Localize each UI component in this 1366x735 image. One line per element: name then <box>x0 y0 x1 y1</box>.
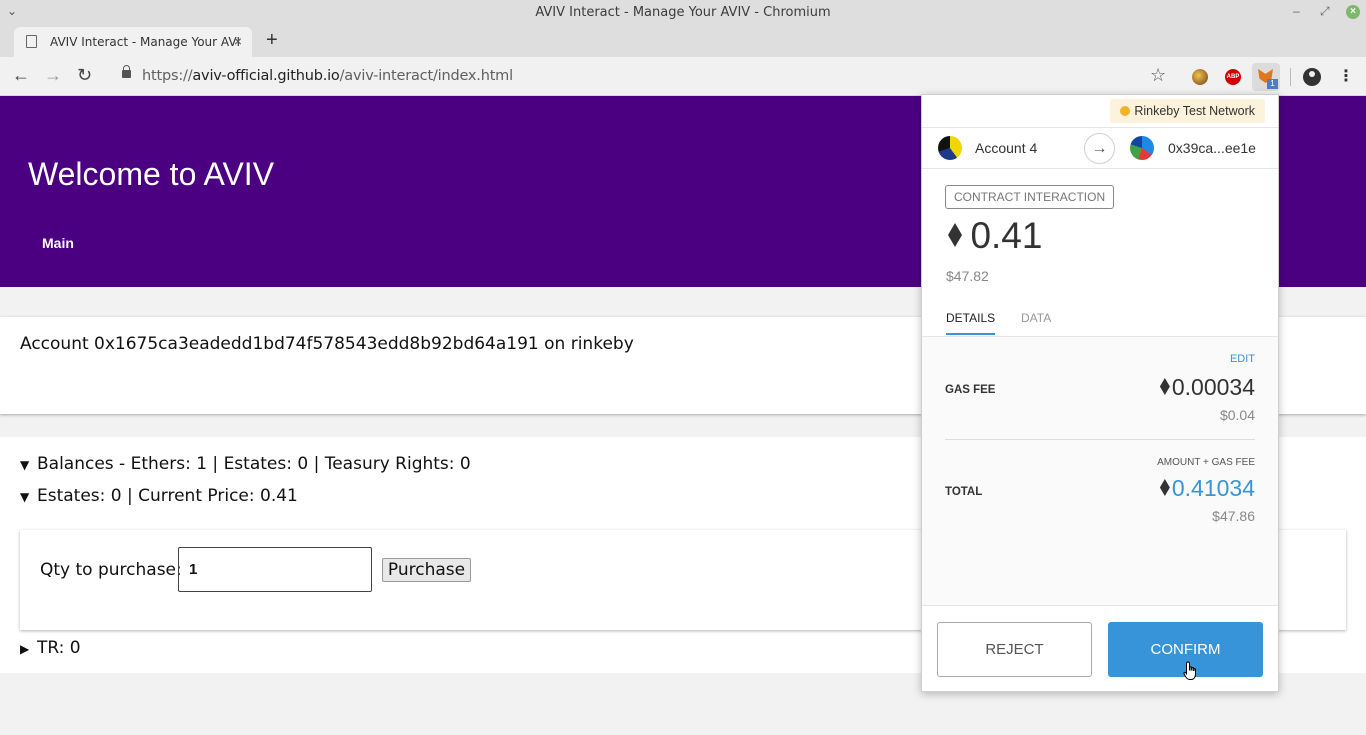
url-scheme: https:// <box>142 68 193 84</box>
forward-icon[interactable]: → <box>44 65 62 86</box>
details-divider <box>945 439 1255 440</box>
eth-icon <box>1159 479 1170 496</box>
popup-footer: REJECT CONFIRM <box>922 605 1278 691</box>
close-window-icon[interactable]: × <box>1346 5 1360 19</box>
total-eth: 0.41034 <box>1159 475 1255 502</box>
browser-toolbar: ← → ↻ https://aviv-official.github.io/av… <box>0 57 1366 96</box>
address-bar[interactable]: https://aviv-official.github.io/aviv-int… <box>112 63 1184 90</box>
account-info: Account 0x1675ca3eadedd1bd74f578543edd8b… <box>20 334 634 354</box>
tab-details[interactable]: DETAILS <box>946 311 996 335</box>
estates-text: Estates: 0 | Current Price: 0.41 <box>37 486 298 506</box>
back-icon[interactable]: ← <box>12 65 30 86</box>
lock-icon[interactable] <box>122 65 131 78</box>
url-text: https://aviv-official.github.io/aviv-int… <box>142 68 513 84</box>
network-name: Rinkeby Test Network <box>1134 104 1255 118</box>
balances-text: Balances - Ethers: 1 | Estates: 0 | Teas… <box>37 454 471 474</box>
total-fiat: $47.86 <box>1212 508 1255 524</box>
from-account-name: Account 4 <box>975 140 1038 156</box>
bookmark-star-icon[interactable]: ☆ <box>1150 65 1166 86</box>
network-indicator[interactable]: Rinkeby Test Network <box>1110 99 1265 123</box>
detail-tabs: DETAILS DATA <box>922 298 1278 337</box>
qty-label: Qty to purchase: <box>40 560 182 580</box>
reject-button[interactable]: REJECT <box>937 622 1092 677</box>
tr-summary[interactable]: ▶ TR: 0 <box>20 638 81 658</box>
expanded-triangle-icon: ▼ <box>20 490 30 504</box>
contract-interaction-badge: CONTRACT INTERACTION <box>945 185 1115 209</box>
minimize-icon[interactable]: – <box>1293 4 1300 18</box>
adblock-plus-icon[interactable]: ABP <box>1225 69 1241 85</box>
amount-gas-label: AMOUNT + GAS FEE <box>1157 457 1255 468</box>
arrow-right-icon: → <box>1084 133 1115 164</box>
tx-amount: 0.41 <box>948 215 1042 261</box>
new-tab-icon[interactable]: + <box>266 29 278 52</box>
browser-tab[interactable]: AVIV Interact - Manage Your AVIV × <box>14 27 252 57</box>
url-host: aviv-official.github.io <box>192 68 340 84</box>
window-titlebar: ⌄ AVIV Interact - Manage Your AVIV - Chr… <box>0 0 1366 25</box>
toolbar-divider <box>1290 68 1291 86</box>
url-path: /aviv-interact/index.html <box>339 68 514 84</box>
edit-gas-link[interactable]: EDIT <box>1230 353 1255 365</box>
balances-summary[interactable]: ▼ Balances - Ethers: 1 | Estates: 0 | Tea… <box>20 454 471 474</box>
nav-link-main[interactable]: Main <box>42 235 74 251</box>
expanded-triangle-icon: ▼ <box>20 458 30 472</box>
metamask-extension-button[interactable]: 1 <box>1252 63 1280 91</box>
eth-icon <box>1159 378 1170 395</box>
extension-icon[interactable] <box>1192 69 1208 85</box>
to-address: 0x39ca...ee1e <box>1168 140 1256 156</box>
gas-fee-fiat: $0.04 <box>1219 407 1255 423</box>
close-tab-icon[interactable]: × <box>234 33 242 49</box>
restore-icon[interactable]: ⤢ <box>1320 4 1330 19</box>
eth-icon <box>948 223 962 247</box>
tx-amount-value: 0.41 <box>970 215 1043 256</box>
page-title: Welcome to AVIV <box>28 156 275 192</box>
tab-data[interactable]: DATA <box>1021 311 1051 325</box>
total-eth-value: 0.41034 <box>1171 475 1255 501</box>
gas-fee-eth: 0.00034 <box>1159 374 1255 401</box>
gas-fee-eth-value: 0.00034 <box>1171 374 1255 400</box>
network-status-dot <box>1120 106 1131 116</box>
purchase-button[interactable]: Purchase <box>382 558 471 582</box>
metamask-popup: Rinkeby Test Network Account 4 → 0x39ca.… <box>921 94 1279 692</box>
profile-icon[interactable] <box>1303 68 1321 86</box>
details-panel: EDIT GAS FEE 0.00034 $0.04 AMOUNT + GAS … <box>922 337 1278 605</box>
reload-icon[interactable]: ↻ <box>77 65 92 86</box>
tx-amount-fiat: $47.82 <box>946 268 989 284</box>
browser-menu-icon[interactable]: ⋮ <box>1338 66 1354 86</box>
tab-title: AVIV Interact - Manage Your AVIV <box>50 35 240 49</box>
metamask-badge: 1 <box>1267 79 1278 89</box>
from-account-avatar <box>938 136 962 160</box>
gas-fee-label: GAS FEE <box>945 384 996 396</box>
hand-cursor-icon <box>1183 661 1196 680</box>
total-label: TOTAL <box>945 486 983 498</box>
window-title: AVIV Interact - Manage Your AVIV - Chrom… <box>535 5 831 20</box>
transaction-parties: Account 4 → 0x39ca...ee1e <box>922 127 1278 169</box>
estates-summary[interactable]: ▼ Estates: 0 | Current Price: 0.41 <box>20 486 298 506</box>
page-icon <box>26 35 37 48</box>
tab-strip: AVIV Interact - Manage Your AVIV × + <box>0 25 1366 57</box>
to-account-avatar <box>1130 136 1154 160</box>
qty-input[interactable]: 1 <box>178 547 372 592</box>
collapsed-triangle-icon: ▶ <box>20 642 30 656</box>
tr-text: TR: 0 <box>37 638 81 658</box>
